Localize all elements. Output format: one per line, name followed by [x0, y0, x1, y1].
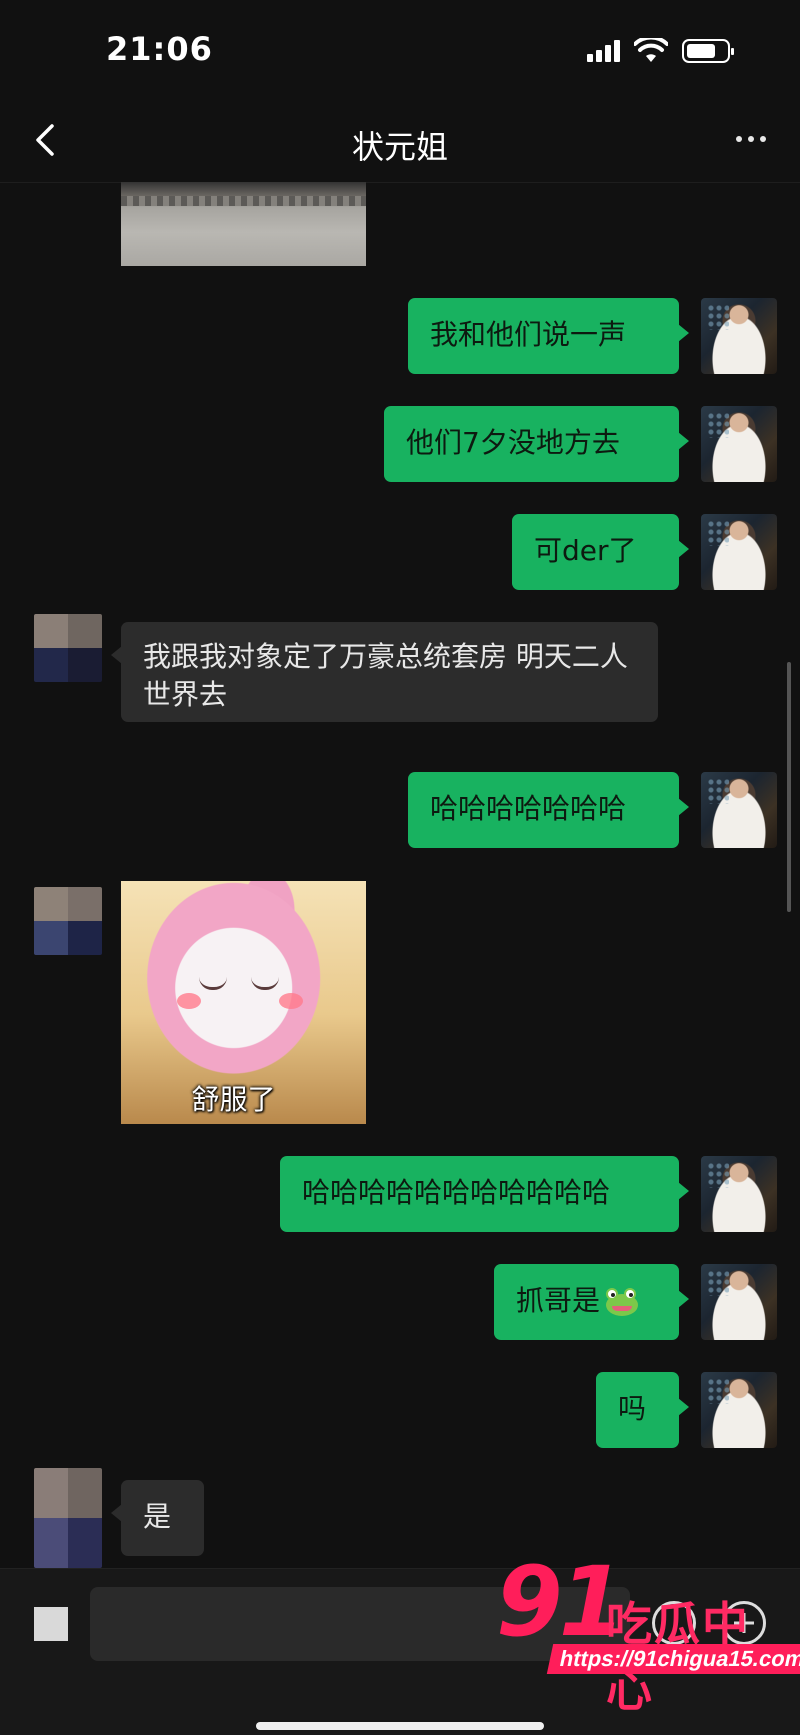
status-time: 21:06 [106, 30, 213, 68]
self-avatar[interactable] [701, 406, 777, 482]
status-bar: 21:06 [0, 0, 800, 100]
self-avatar[interactable] [701, 772, 777, 848]
message-bubble-self[interactable]: 哈哈哈哈哈哈哈 [408, 772, 689, 848]
message-text: 抓哥是 [516, 1284, 601, 1317]
cellular-signal-icon [587, 40, 620, 62]
message-input[interactable] [90, 1587, 630, 1661]
message-bubble-self[interactable]: 哈哈哈哈哈哈哈哈哈哈哈 [280, 1156, 689, 1232]
chat-message-list[interactable]: 我和他们说一声 他们7夕没地方去 可der了 我跟我对象定了万豪总统套房 明天二… [0, 182, 800, 1568]
message-bubble-other[interactable]: 我跟我对象定了万豪总统套房 明天二人世界去 [111, 622, 658, 722]
image-message[interactable] [121, 182, 366, 266]
plus-icon[interactable] [722, 1601, 766, 1645]
scrollbar[interactable] [787, 662, 791, 912]
self-avatar[interactable] [701, 1372, 777, 1448]
emoji-icon[interactable] [652, 1601, 696, 1645]
self-avatar[interactable] [701, 514, 777, 590]
home-indicator [256, 1722, 544, 1730]
contact-avatar[interactable] [34, 614, 102, 682]
message-bubble-self[interactable]: 我和他们说一声 [408, 298, 689, 374]
voice-toggle-icon[interactable] [34, 1607, 68, 1641]
status-icons [587, 38, 734, 64]
sticker-blush [279, 993, 303, 1009]
frog-emoji-icon [604, 1286, 640, 1316]
sticker-caption: 舒服了 [191, 1083, 276, 1116]
self-avatar[interactable] [701, 1156, 777, 1232]
wifi-icon [634, 38, 668, 62]
sticker-message[interactable]: 舒服了 [121, 881, 366, 1124]
chat-title: 状元姐 [351, 128, 448, 166]
contact-avatar[interactable] [34, 1468, 102, 1568]
message-bubble-self[interactable]: 他们7夕没地方去 [384, 406, 689, 482]
sticker-eye [251, 977, 279, 990]
message-bubble-self[interactable]: 抓哥是 [494, 1264, 689, 1340]
contact-avatar[interactable] [34, 887, 102, 955]
sticker-eye [199, 977, 227, 990]
message-bubble-self[interactable]: 可der了 [512, 514, 689, 590]
sticker-blush [177, 993, 201, 1009]
self-avatar[interactable] [701, 298, 777, 374]
input-bar [0, 1568, 800, 1735]
message-bubble-other[interactable]: 是 [111, 1480, 204, 1556]
battery-icon [682, 39, 734, 63]
nav-bar: 状元姐 [0, 100, 800, 183]
self-avatar[interactable] [701, 1264, 777, 1340]
message-bubble-self[interactable]: 吗 [596, 1372, 689, 1448]
more-options-icon[interactable] [736, 136, 766, 142]
